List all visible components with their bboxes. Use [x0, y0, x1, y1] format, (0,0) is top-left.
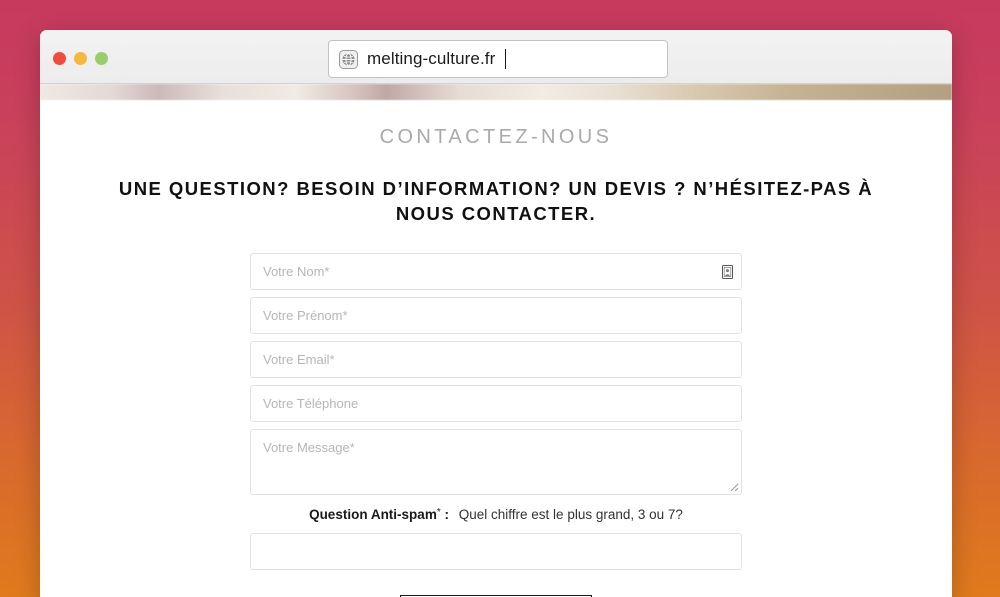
- field-wrapper-prenom: [250, 297, 742, 334]
- page-content: CONTACTEZ-NOUS UNE QUESTION? BESOIN D’IN…: [40, 84, 952, 597]
- antispam-question: Quel chiffre est le plus grand, 3 ou 7?: [458, 507, 683, 522]
- antispam-required-star: *: [436, 507, 441, 518]
- field-wrapper-antispam-answer: [250, 533, 742, 570]
- minimize-window-button[interactable]: [74, 52, 87, 65]
- field-wrapper-nom: [250, 253, 742, 290]
- field-wrapper-email: [250, 341, 742, 378]
- field-wrapper-telephone: [250, 385, 742, 422]
- input-prenom[interactable]: [250, 297, 742, 334]
- antispam-row: Question Anti-spam* : Quel chiffre est l…: [250, 507, 742, 522]
- input-telephone[interactable]: [250, 385, 742, 422]
- text-caret: [505, 49, 507, 69]
- globe-icon: [339, 49, 358, 69]
- hero-banner-image: [40, 84, 952, 100]
- antispam-separator: :: [444, 507, 450, 522]
- window-controls: [53, 52, 108, 65]
- browser-window: melting-culture.fr CONTACTEZ-NOUS UNE QU…: [40, 30, 952, 597]
- address-bar-url: melting-culture.fr: [367, 49, 496, 68]
- antispam-label: Question Anti-spam: [309, 507, 437, 522]
- input-nom[interactable]: [250, 253, 742, 290]
- input-email[interactable]: [250, 341, 742, 378]
- input-antispam-answer[interactable]: [250, 533, 742, 570]
- autofill-contact-card-icon[interactable]: [722, 264, 733, 279]
- browser-titlebar: melting-culture.fr: [40, 30, 952, 84]
- address-bar[interactable]: melting-culture.fr: [328, 40, 668, 78]
- input-message[interactable]: [250, 429, 742, 495]
- page-subtitle: UNE QUESTION? BESOIN D’INFORMATION? UN D…: [118, 178, 874, 224]
- field-wrapper-message: [250, 429, 742, 495]
- contact-form: Question Anti-spam* : Quel chiffre est l…: [250, 253, 742, 597]
- page-title: CONTACTEZ-NOUS: [379, 126, 613, 148]
- maximize-window-button[interactable]: [95, 52, 108, 65]
- close-window-button[interactable]: [53, 52, 66, 65]
